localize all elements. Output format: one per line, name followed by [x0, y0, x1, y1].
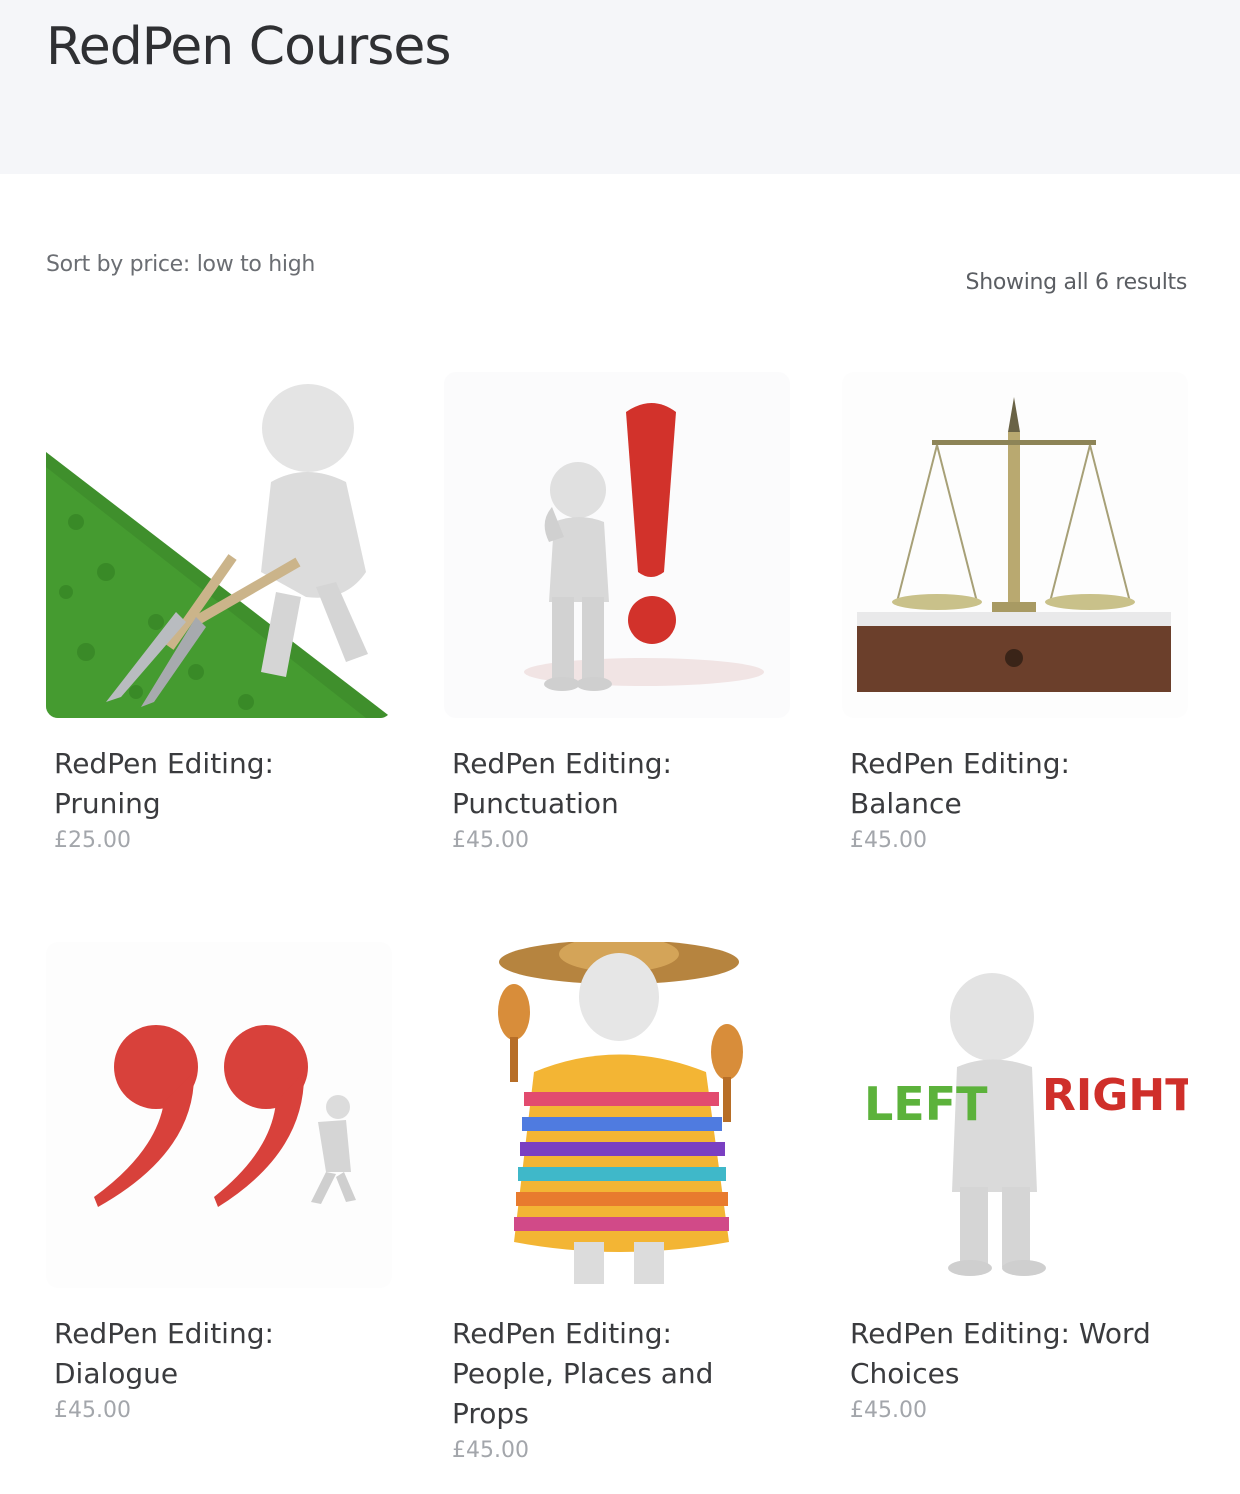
product-title[interactable]: RedPen Editing: Balance: [850, 744, 1180, 824]
quotation-marks-figure-icon[interactable]: [46, 942, 392, 1288]
product-title[interactable]: RedPen Editing: Dialogue: [54, 1314, 384, 1394]
product-price: £45.00: [452, 1438, 529, 1463]
result-count: Showing all 6 results: [965, 270, 1188, 295]
image-word-right: RIGHT: [1042, 1070, 1188, 1121]
pruning-shears-figure-icon[interactable]: [46, 372, 392, 718]
image-word-left: LEFT: [864, 1077, 988, 1131]
left-right-words-figure-icon[interactable]: LEFT RIGHT: [842, 942, 1188, 1288]
exclamation-figure-icon[interactable]: [444, 372, 790, 718]
product-card-word-choices[interactable]: LEFT RIGHT RedPen Editing: Word Choices …: [842, 942, 1188, 1423]
product-title[interactable]: RedPen Editing: Pruning: [54, 744, 384, 824]
product-price: £45.00: [850, 828, 927, 853]
product-card-pruning[interactable]: RedPen Editing: Pruning £25.00: [46, 372, 392, 853]
product-price: £45.00: [850, 1398, 927, 1423]
product-card-punctuation[interactable]: RedPen Editing: Punctuation £45.00: [444, 372, 790, 853]
product-card-balance[interactable]: RedPen Editing: Balance £45.00: [842, 372, 1188, 853]
product-title[interactable]: RedPen Editing: Word Choices: [850, 1314, 1180, 1394]
product-card-dialogue[interactable]: RedPen Editing: Dialogue £45.00: [46, 942, 392, 1423]
product-title[interactable]: RedPen Editing: Punctuation: [452, 744, 782, 824]
page-title: RedPen Courses: [46, 17, 451, 77]
product-price: £25.00: [54, 828, 131, 853]
sort-select[interactable]: Sort by price: low to high: [46, 252, 315, 277]
product-title[interactable]: RedPen Editing: People, Places and Props: [452, 1314, 782, 1434]
product-price: £45.00: [54, 1398, 131, 1423]
balance-scales-icon[interactable]: [842, 372, 1188, 718]
page-header: RedPen Courses: [0, 0, 1240, 174]
sombrero-poncho-figure-icon[interactable]: [444, 942, 790, 1288]
product-price: £45.00: [452, 828, 529, 853]
product-card-people-places-props[interactable]: RedPen Editing: People, Places and Props…: [444, 942, 790, 1463]
